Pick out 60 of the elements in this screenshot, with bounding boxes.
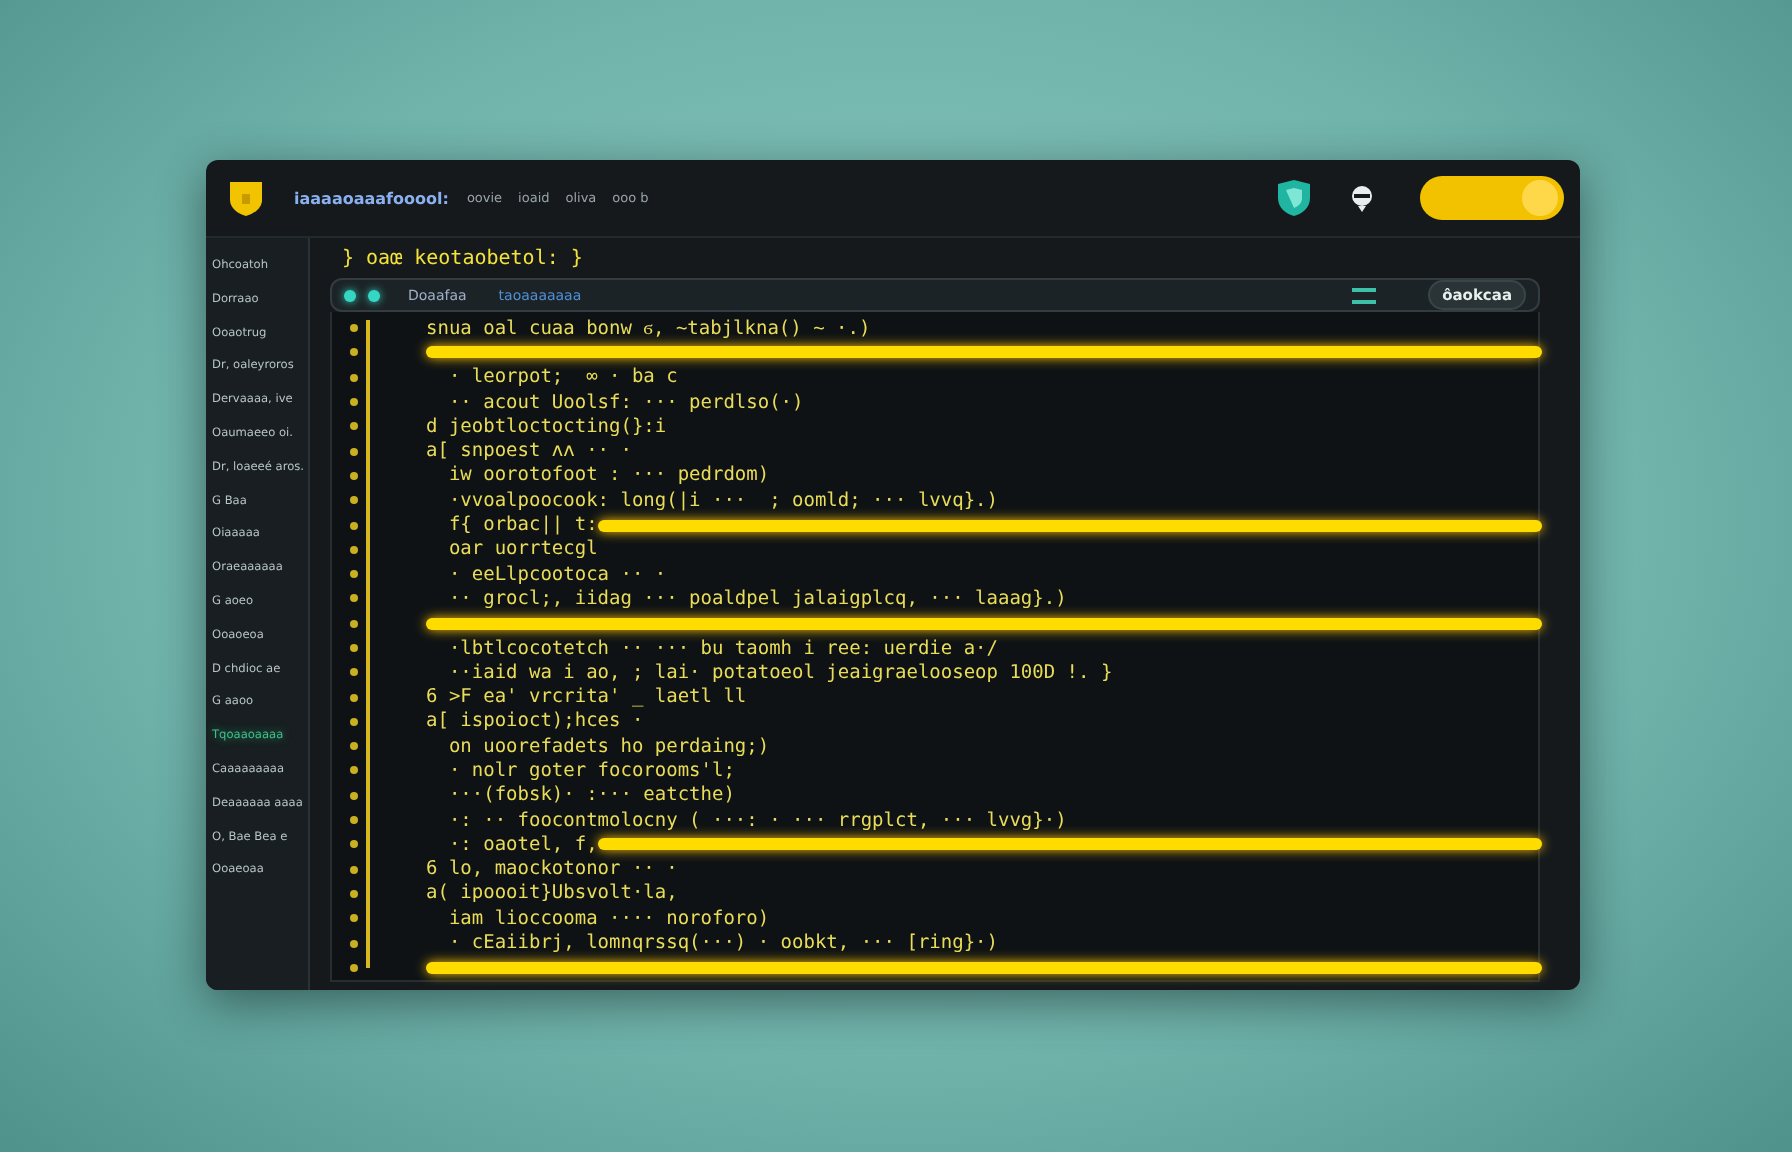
gutter-dot (350, 471, 358, 480)
status-dot-icon (344, 289, 356, 301)
gutter-dot (350, 619, 358, 628)
gutter-dot (350, 914, 358, 923)
code-line: ·: oaotel, f, (446, 833, 598, 856)
gutter-dot (350, 889, 358, 898)
gutter-dot (350, 496, 358, 505)
gutter-dot (350, 447, 358, 456)
code-line: · eeLlpcootoca ·· · (446, 563, 667, 586)
gutter-dot (350, 816, 358, 825)
toggle-switch[interactable] (1420, 176, 1564, 220)
gutter-dot (350, 742, 358, 751)
code-line: oar uorrtecgl (446, 538, 598, 561)
code-line: ·· grocl;, iidag ··· poaldpel jalaigplcq, ··· laaag}.) (446, 587, 1067, 610)
gutter-dot (350, 570, 358, 579)
gutter-dot (350, 348, 358, 357)
code-line: snua oal cuaa bonw ϭ, ~tabjlkna() ~ ·.) (426, 317, 871, 340)
code-line: iam lioccooma ···· noroforo) (446, 907, 770, 930)
gutter-dot (350, 398, 358, 407)
gutter-dot (350, 791, 358, 800)
code-line: ·lbtlcocotetch ·· ··· bu taomh i ree: uerdie a·/ (446, 637, 998, 659)
code-line: ···(fobsk)· :··· eatcthe) (446, 784, 735, 807)
code-line: 6 >F ea' vrcrita' _ laetl ll (426, 686, 747, 709)
code-line: 6 lo, maockotonor ·· · (426, 858, 678, 881)
code-line: ·: ·· foocontmolocny ( ···: · ··· rrgplct, ··· lvvg}·) (446, 809, 1067, 832)
code-line: iw oorotofoot : ··· pedrdom) (446, 464, 770, 487)
gutter-dot (350, 963, 358, 972)
code-line: a[ ispoioct);hces · (426, 710, 644, 733)
gutter-dot (350, 373, 358, 382)
badge-icon[interactable] (1348, 184, 1376, 212)
gutter-dot (350, 594, 358, 603)
status-dot-icon (368, 289, 380, 301)
gutter-dot (350, 865, 358, 874)
code-line: f{ orbac|| t: (446, 514, 598, 537)
gutter-dot (350, 422, 358, 431)
breadcrumb: } oaœ keotaobetol: } (340, 246, 583, 274)
code-line: ·vvoalpoocook: long(|i ··· ; oomld; ··· lvvq}.) (446, 489, 998, 512)
shield-icon[interactable] (1276, 178, 1312, 218)
code-line: d jeobtloctocting(}:i (426, 415, 667, 438)
window-title: iaaaaoaaafooool: (294, 189, 449, 207)
code-line: · cEaiibrj, lomnqrssq(···) · oobkt, ··· [ring}·) (446, 932, 998, 955)
code-line: · leorpot; ∞ · ba c (446, 366, 678, 389)
gutter-dot (350, 939, 358, 948)
code-line: on uoorefadets ho perdaing;) (446, 735, 770, 758)
code-line: a( ipoooit}Ubsvolt·la, (426, 882, 678, 905)
gutter-dot (350, 766, 358, 775)
gutter-dot (350, 521, 358, 530)
gutter-dot (350, 717, 358, 726)
gutter-dot (350, 545, 358, 554)
code-line: ··iaid wa i ao, ; lai· potatoeol jeaigraelooseop 100D !. } (446, 661, 1113, 684)
gutter-dot (350, 644, 358, 652)
code-line: · nolr goter focorooms'l; (446, 759, 735, 782)
code-line: ·· acout Uoolsf: ··· perdlso(·) (446, 391, 804, 414)
gutter-dot (350, 668, 358, 677)
shield-logo-icon (226, 178, 266, 218)
code-line: a[ snpoest ʌʌ ·· · (426, 440, 632, 463)
menu-icon[interactable] (1352, 287, 1377, 303)
gutter-dot (350, 840, 358, 849)
gutter-dot (350, 324, 358, 333)
gutter-dot (350, 693, 358, 702)
